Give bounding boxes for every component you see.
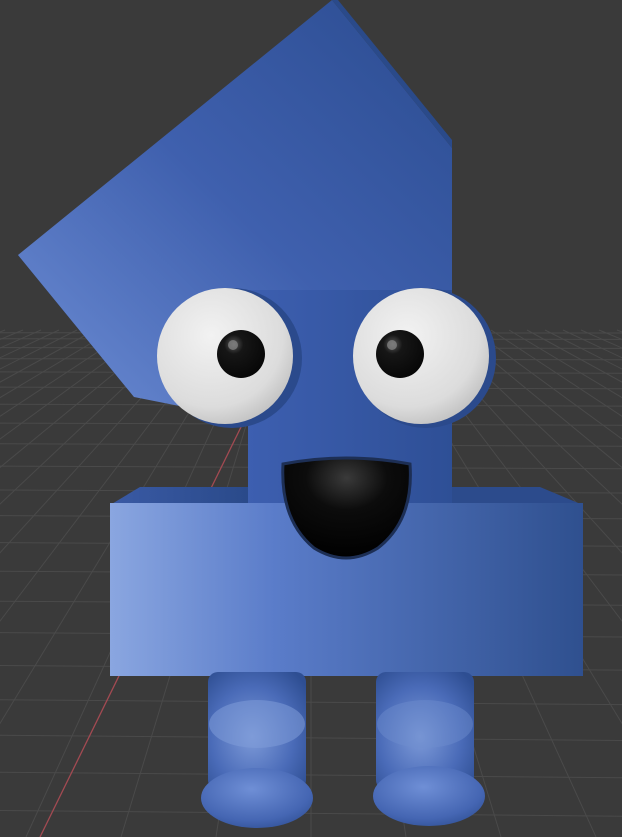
right-leg xyxy=(373,672,485,826)
left-foot xyxy=(201,768,313,828)
left-leg xyxy=(201,672,313,828)
viewport-3d xyxy=(0,0,622,837)
left-pupil xyxy=(217,330,265,378)
right-foot xyxy=(373,766,485,826)
right-pupil xyxy=(376,330,424,378)
